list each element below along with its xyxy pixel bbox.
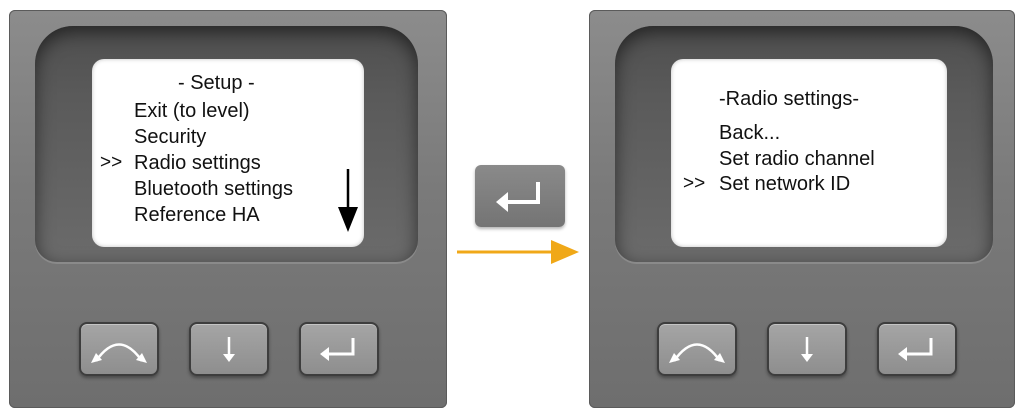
menu-item-set-network-id[interactable]: Set network ID bbox=[719, 172, 850, 196]
enter-icon bbox=[496, 182, 540, 212]
screen-title: -Radio settings- bbox=[719, 88, 860, 110]
down-arrow-icon bbox=[223, 337, 235, 362]
right-device-panel: -Radio settings- Back... Set radio chann… bbox=[589, 10, 1015, 408]
left-device-panel: - Setup - Exit (to level) Security >> Ra… bbox=[9, 10, 447, 408]
menu-item-security[interactable]: Security bbox=[134, 125, 206, 149]
curved-arrow-icon bbox=[669, 343, 725, 363]
enter-key-illustration bbox=[475, 165, 565, 227]
menu-item-set-radio-channel[interactable]: Set radio channel bbox=[719, 147, 875, 171]
display-screen: - Setup - Exit (to level) Security >> Ra… bbox=[92, 59, 364, 247]
menu-item-exit[interactable]: Exit (to level) bbox=[134, 99, 250, 123]
scroll-down-arrow-icon bbox=[338, 169, 358, 232]
down-button[interactable] bbox=[189, 322, 269, 376]
menu-item-reference-ha[interactable]: Reference HA bbox=[134, 203, 260, 227]
enter-button[interactable] bbox=[299, 322, 379, 376]
enter-button[interactable] bbox=[877, 322, 957, 376]
enter-icon bbox=[898, 338, 933, 361]
menu-item-back[interactable]: Back... bbox=[719, 121, 780, 145]
down-arrow-icon bbox=[801, 337, 813, 362]
screen-bezel: - Setup - Exit (to level) Security >> Ra… bbox=[35, 26, 418, 262]
screen-title: - Setup - bbox=[178, 72, 255, 94]
screen-bezel: -Radio settings- Back... Set radio chann… bbox=[615, 26, 993, 262]
enter-icon bbox=[320, 338, 355, 361]
selection-cursor: >> bbox=[100, 152, 123, 173]
right-arrow-icon bbox=[457, 240, 579, 264]
selection-cursor: >> bbox=[683, 173, 706, 194]
menu-item-radio-settings[interactable]: Radio settings bbox=[134, 151, 261, 175]
scroll-button[interactable] bbox=[79, 322, 159, 376]
menu-item-bluetooth-settings[interactable]: Bluetooth settings bbox=[134, 177, 293, 201]
down-button[interactable] bbox=[767, 322, 847, 376]
display-screen: -Radio settings- Back... Set radio chann… bbox=[671, 59, 947, 247]
curved-arrow-icon bbox=[91, 343, 147, 363]
scroll-button[interactable] bbox=[657, 322, 737, 376]
